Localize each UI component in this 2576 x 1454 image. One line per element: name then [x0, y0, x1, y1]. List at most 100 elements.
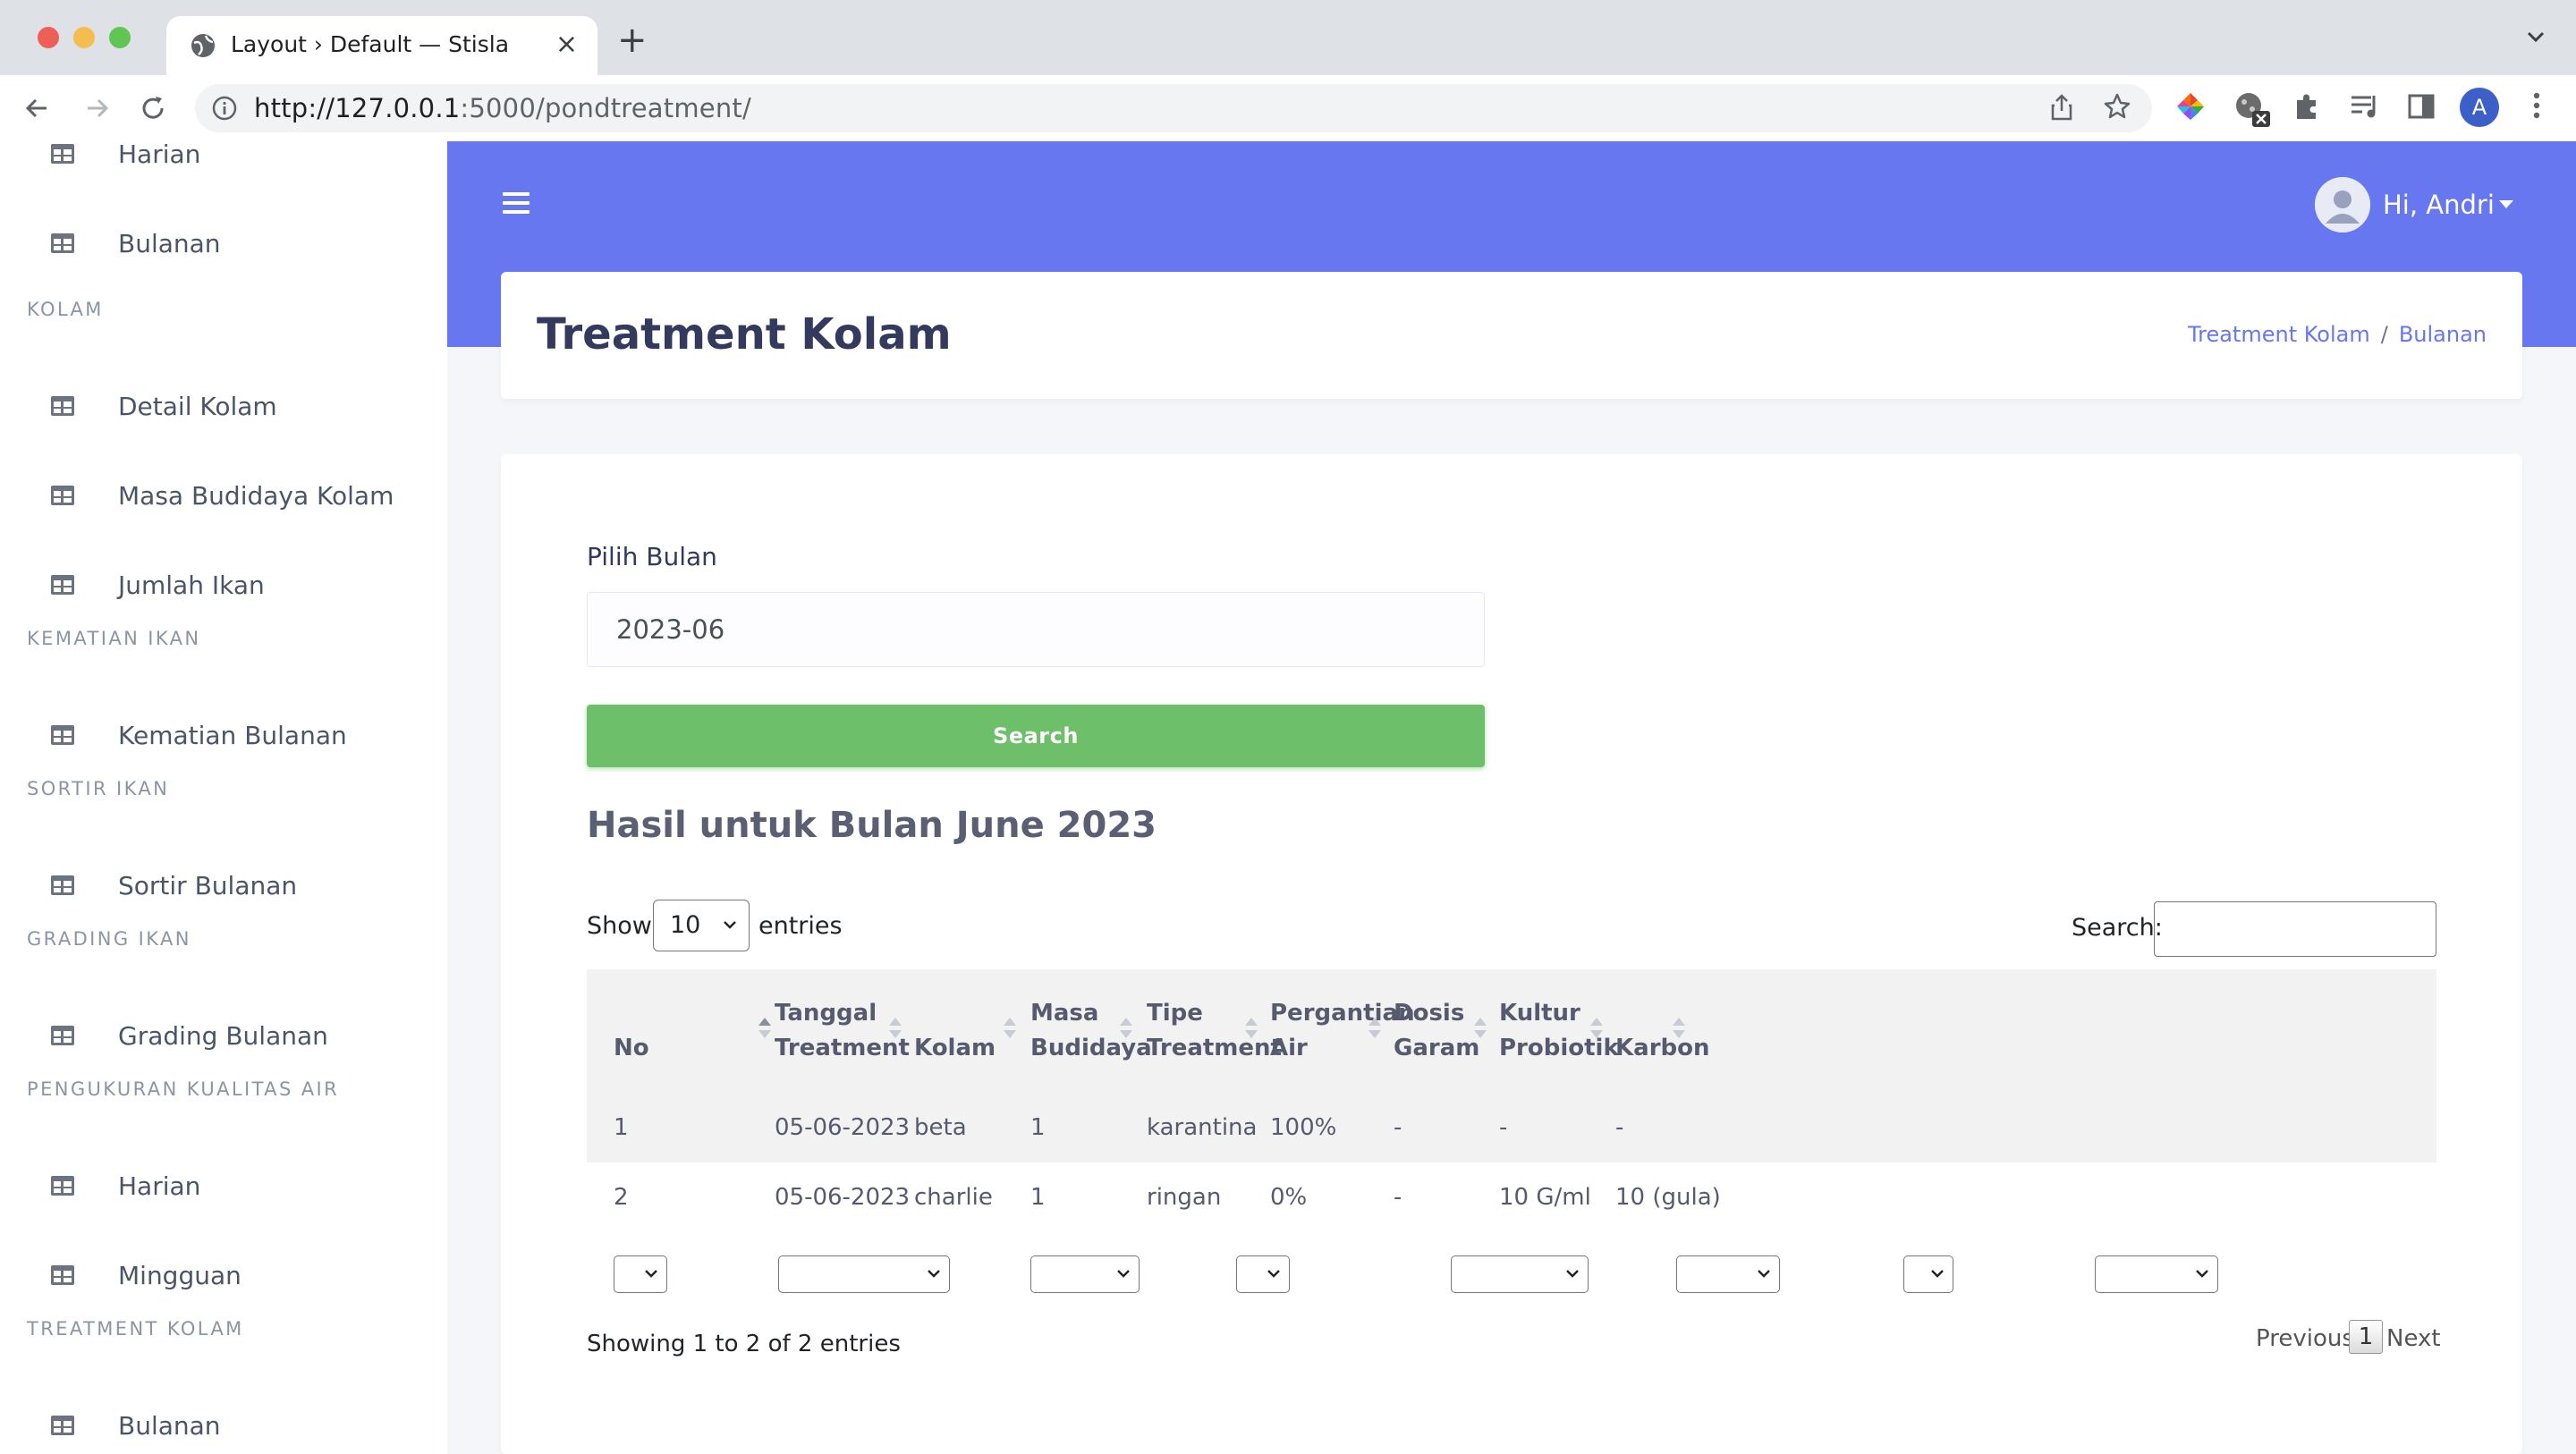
new-tab-button[interactable]: + [617, 20, 648, 61]
column-header[interactable]: Karbon [1615, 996, 1710, 1066]
content-card: Pilih Bulan 2023-06 Search Hasil untuk B… [501, 454, 2522, 1454]
column-filter-select[interactable] [1676, 1255, 1780, 1293]
address-bar[interactable]: http://127.0.0.1:5000/pondtreatment/ [195, 84, 2152, 132]
column-header-label: Treatment [1147, 1035, 1282, 1061]
column-filter-select[interactable] [778, 1255, 950, 1293]
table-grid-icon [50, 232, 75, 258]
chevron-down-icon [1931, 1270, 1944, 1278]
table-grid-icon [50, 1025, 75, 1050]
table-search-input[interactable] [2154, 901, 2436, 957]
chevron-down-icon [928, 1270, 940, 1278]
table-cell: - [1394, 1114, 1402, 1141]
table-grid-icon [50, 143, 75, 168]
sidebar-item-label: Mingguan [118, 1261, 242, 1290]
close-window-button[interactable] [38, 27, 59, 48]
sort-arrows-icon[interactable] [1004, 1018, 1016, 1038]
share-icon[interactable] [2048, 93, 2075, 122]
next-page-button[interactable]: Next [2386, 1325, 2441, 1352]
table-search-label: Search: [2072, 914, 2163, 942]
month-input[interactable]: 2023-06 [587, 592, 1485, 667]
page-length-select[interactable]: 10 [653, 900, 750, 951]
browser-menu-icon[interactable] [2528, 88, 2546, 123]
table-cell: beta [914, 1114, 967, 1141]
column-header-label: Kolam [914, 1035, 996, 1061]
reading-list-icon[interactable] [2349, 91, 2381, 122]
page-1-button[interactable]: 1 [2349, 1320, 2383, 1354]
table-cell: charlie [914, 1184, 993, 1211]
sidebar-item[interactable]: Detail Kolam [0, 379, 447, 433]
entries-label: entries [758, 912, 843, 940]
sort-arrows-icon[interactable] [1245, 1018, 1258, 1038]
page-length-value: 10 [670, 911, 701, 939]
cookie-extension-icon[interactable] [2233, 91, 2272, 127]
column-filter-select[interactable] [2095, 1255, 2218, 1293]
column-header[interactable]: Kolam [914, 996, 996, 1066]
url-text: http://127.0.0.1:5000/pondtreatment/ [254, 93, 751, 123]
table-grid-icon [50, 724, 75, 749]
site-info-icon[interactable] [211, 95, 238, 122]
table-cell: 1 [614, 1114, 629, 1141]
sort-arrows-icon[interactable] [1368, 1018, 1381, 1038]
sidebar-item-label: Bulanan [118, 1411, 221, 1441]
tab-close-icon[interactable]: × [555, 29, 578, 60]
browser-tab[interactable]: Layout › Default — Stisla × [166, 16, 597, 75]
back-arrow-icon[interactable] [21, 93, 52, 123]
sort-arrows-icon[interactable] [1120, 1018, 1132, 1038]
extensions-puzzle-icon[interactable] [2292, 91, 2322, 122]
forward-arrow-icon[interactable] [82, 93, 113, 123]
sidebar-item[interactable]: Grading Bulanan [0, 1009, 447, 1062]
column-filter-select[interactable] [1451, 1255, 1589, 1293]
sort-arrows-icon[interactable] [758, 1018, 771, 1038]
chevron-down-icon [1758, 1270, 1770, 1278]
table-info: Showing 1 to 2 of 2 entries [587, 1331, 901, 1357]
sidebar-header: KEMATIAN IKAN [27, 628, 201, 649]
chevron-down-icon [1117, 1270, 1130, 1278]
column-header[interactable]: Tipe Treatment [1147, 996, 1282, 1066]
reload-icon[interactable] [138, 93, 168, 123]
column-filter-select[interactable] [614, 1255, 667, 1293]
column-filter-select[interactable] [1030, 1255, 1140, 1293]
breadcrumb-item[interactable]: Treatment Kolam [2188, 322, 2370, 347]
previous-page-button[interactable]: Previous [2256, 1325, 2354, 1352]
sidebar-item[interactable]: Harian [0, 1159, 447, 1213]
table-cell: 0% [1270, 1184, 1308, 1211]
side-panel-icon[interactable] [2406, 91, 2436, 122]
column-filter-select[interactable] [1903, 1255, 1953, 1293]
minimize-window-button[interactable] [73, 27, 95, 48]
sort-arrows-icon[interactable] [1590, 1018, 1603, 1038]
sidebar-item[interactable]: Bulanan [0, 216, 447, 270]
sidebar-header: KOLAM [27, 299, 104, 320]
column-header[interactable]: Masa Budidaya [1030, 996, 1152, 1066]
column-header-label: Budidaya [1030, 1035, 1152, 1061]
sidebar-item[interactable]: Kematian Bulanan [0, 708, 447, 762]
column-header[interactable]: No [614, 996, 649, 1066]
avatar [2315, 177, 2370, 232]
sort-arrows-icon[interactable] [1673, 1018, 1685, 1038]
breadcrumb-item[interactable]: Bulanan [2399, 322, 2487, 347]
sidebar-item-label: Masa Budidaya Kolam [118, 481, 394, 511]
bookmark-star-icon[interactable] [2102, 91, 2132, 122]
table-cell: 10 G/ml [1499, 1184, 1591, 1211]
sidebar-item[interactable]: Bulanan [0, 1399, 447, 1452]
column-header-label: Karbon [1615, 1035, 1710, 1061]
table-grid-icon [50, 875, 75, 900]
color-extension-icon[interactable] [2175, 91, 2206, 122]
sort-arrows-icon[interactable] [889, 1018, 902, 1038]
sidebar-item[interactable]: Harian [0, 141, 447, 181]
search-button[interactable]: Search [587, 705, 1485, 767]
menu-toggle-icon[interactable] [501, 188, 531, 218]
sidebar-item[interactable]: Mingguan [0, 1248, 447, 1302]
sidebar-item[interactable]: Sortir Bulanan [0, 858, 447, 912]
sort-arrows-icon[interactable] [1474, 1018, 1487, 1038]
chevron-down-icon [724, 921, 736, 929]
column-header[interactable]: Dosis Garam [1394, 996, 1479, 1066]
chevron-down-icon [2196, 1270, 2208, 1278]
sidebar-item[interactable]: Jumlah Ikan [0, 558, 447, 612]
maximize-window-button[interactable] [109, 27, 131, 48]
sidebar-item[interactable]: Masa Budidaya Kolam [0, 469, 447, 522]
tab-search-chevron-icon[interactable] [2524, 25, 2547, 48]
profile-avatar-button[interactable]: A [2460, 88, 2499, 127]
table-header: No Tanggal Treatment Kolam Masa Budidaya Tipe T… [587, 969, 2436, 1095]
table-grid-icon [50, 1264, 75, 1289]
column-filter-select[interactable] [1236, 1255, 1290, 1293]
